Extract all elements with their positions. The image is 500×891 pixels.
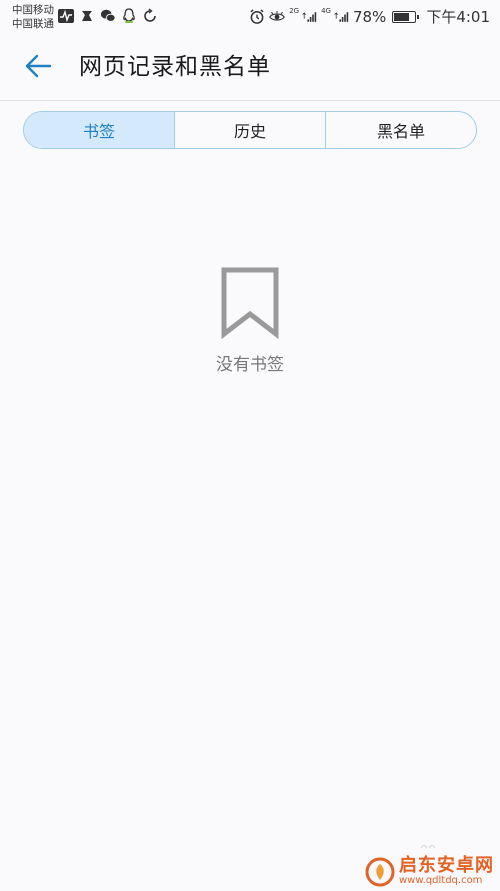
sync-icon — [142, 8, 158, 24]
app-header: 网页记录和黑名单 — [0, 34, 500, 101]
status-bar: 中国移动 中国联通 2G 4G 78% 下午4:01 — [0, 0, 500, 34]
watermark-text: 启东安卓网 www.qdltdq.com — [399, 855, 494, 887]
tab-bookmarks[interactable]: 书签 — [24, 112, 174, 148]
alarm-icon — [249, 9, 265, 25]
eye-comfort-icon — [269, 9, 286, 25]
watermark-brand: 启东安卓网 — [399, 855, 494, 877]
back-button[interactable] — [20, 50, 56, 86]
network-label-2: 4G — [321, 7, 331, 15]
network-label-1: 2G — [289, 7, 300, 15]
tab-blacklist[interactable]: 黑名单 — [325, 112, 476, 148]
carrier-1: 中国移动 — [12, 4, 54, 16]
qq-icon — [121, 8, 137, 24]
status-right: 2G 4G 78% 下午4:01 — [249, 6, 490, 27]
empty-message: 没有书签 — [216, 355, 284, 375]
tab-bar: 书签 历史 黑名单 — [23, 111, 477, 149]
battery-icon — [392, 10, 420, 23]
carrier-2: 中国联通 — [12, 18, 54, 30]
signal-icon — [333, 9, 349, 25]
battery-percent: 78% — [352, 7, 387, 26]
bookmark-icon — [220, 266, 280, 340]
page-title: 网页记录和黑名单 — [79, 54, 271, 80]
watermark: 启东安卓网 www.qdltdq.com — [365, 855, 494, 887]
app-icon — [79, 8, 95, 24]
clock: 下午4:01 — [426, 8, 490, 26]
tab-history[interactable]: 历史 — [174, 112, 325, 148]
notification-icons — [58, 8, 158, 24]
carrier-info: 中国移动 中国联通 — [12, 3, 54, 31]
watermark-logo-icon — [365, 857, 395, 887]
faint-mark — [420, 834, 436, 849]
wechat-icon — [100, 8, 116, 24]
arrow-left-icon — [24, 54, 52, 82]
battery-level — [394, 12, 410, 21]
activity-icon — [58, 8, 74, 24]
empty-state: 没有书签 — [0, 266, 500, 375]
signal-icon — [301, 9, 317, 25]
watermark-url: www.qdltdq.com — [399, 875, 483, 887]
